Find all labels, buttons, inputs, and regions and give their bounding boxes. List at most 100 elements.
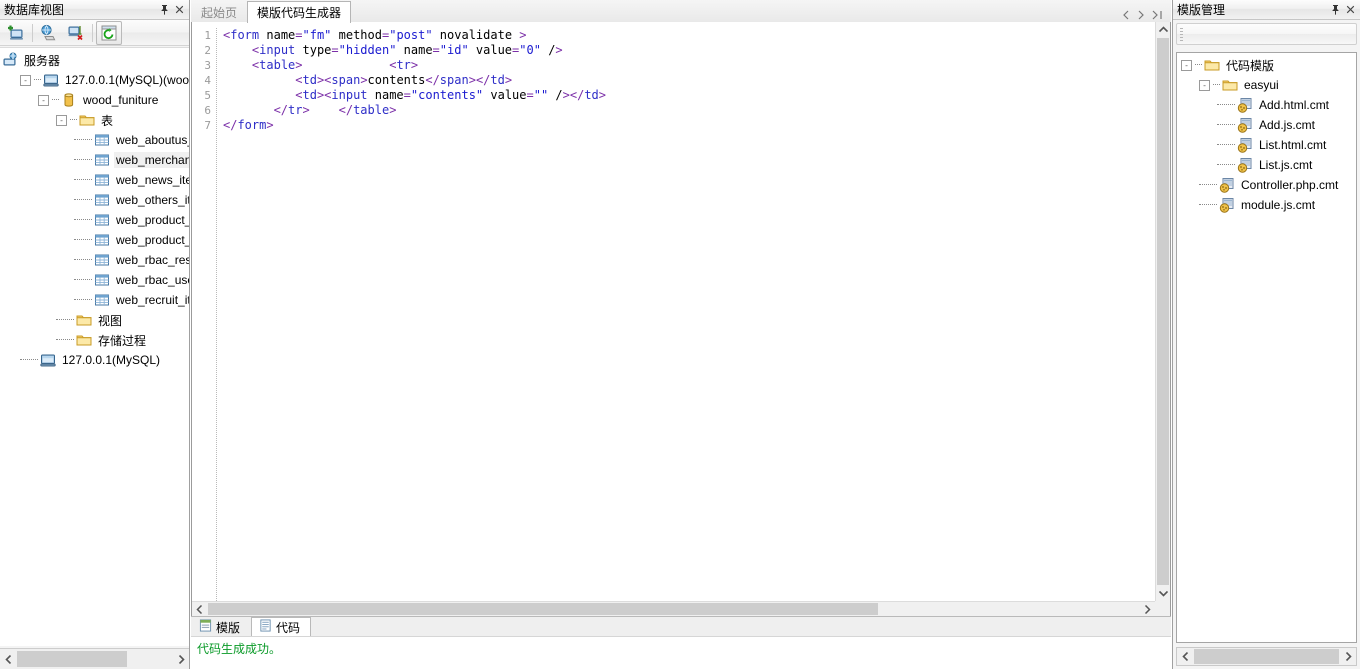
- editor-vscroll-thumb[interactable]: [1157, 38, 1169, 585]
- disconnect-icon[interactable]: [63, 21, 89, 45]
- tree-item-label: 存储过程: [98, 333, 147, 348]
- tree-item[interactable]: Add.html.cmt: [1177, 95, 1356, 115]
- connect-icon[interactable]: [36, 21, 62, 45]
- tree-item-label: 127.0.0.1(MySQL)(wood_: [65, 73, 189, 87]
- tree-item[interactable]: - wood_funiture: [0, 90, 189, 110]
- scroll-right-icon[interactable]: [1340, 648, 1356, 665]
- pin-icon[interactable]: [1328, 2, 1343, 17]
- line-number: 4: [204, 74, 211, 87]
- editor-vscrollbar[interactable]: [1155, 22, 1170, 601]
- tree-item[interactable]: web_rbac_user: [0, 270, 189, 290]
- editor-bottom-tabs: 模版 代码: [191, 616, 1171, 636]
- tree-item-label: web_rbac_reso: [116, 253, 189, 267]
- table-icon: [94, 272, 110, 288]
- tree-connector: [70, 119, 77, 121]
- tree-item-label: List.js.cmt: [1259, 158, 1313, 172]
- tree-item[interactable]: web_recruit_ite: [0, 290, 189, 310]
- tree-item[interactable]: web_merchant: [0, 150, 189, 170]
- line-number: 3: [204, 59, 211, 72]
- line-number: 1: [204, 29, 211, 42]
- line-number: 2: [204, 44, 211, 57]
- table-icon: [94, 192, 110, 208]
- tree-item[interactable]: 视图: [0, 310, 189, 330]
- tree-connector: [1217, 144, 1235, 146]
- left-panel-hscrollbar[interactable]: [0, 648, 189, 669]
- tree-item-label: web_merchant: [114, 152, 189, 168]
- tree-expander-icon[interactable]: -: [1199, 79, 1210, 91]
- editor-area: 起始页 模版代码生成器 1 2 3 4 5 6 7 <form name="fm" meth…: [191, 0, 1171, 669]
- tree-item[interactable]: web_rbac_reso: [0, 250, 189, 270]
- right-hscroll-thumb[interactable]: [1194, 649, 1339, 664]
- chevron-right-icon[interactable]: [1137, 10, 1145, 20]
- table-icon: [94, 232, 110, 248]
- tree-item-label: Controller.php.cmt: [1241, 178, 1339, 192]
- refresh-icon[interactable]: [96, 20, 122, 45]
- tree-item[interactable]: web_aboutus_i: [0, 130, 189, 150]
- tree-expander-icon[interactable]: -: [20, 74, 31, 86]
- scroll-up-icon[interactable]: [1156, 22, 1171, 37]
- toolbar-grip-icon[interactable]: [1180, 27, 1183, 41]
- tree-item-label: web_others_ite: [116, 193, 189, 207]
- table-icon: [94, 252, 110, 268]
- template-tree[interactable]: - 代码模版 - easyui Add.html.cmt Add.js.cmt List.h…: [1176, 52, 1357, 643]
- scroll-left-icon[interactable]: [192, 602, 207, 617]
- right-panel-hscrollbar[interactable]: [1176, 647, 1357, 666]
- tab-template-code-generator[interactable]: 模版代码生成器: [247, 1, 352, 23]
- scroll-left-icon[interactable]: [1177, 648, 1193, 665]
- code-surface[interactable]: 1 2 3 4 5 6 7 <form name="fm" method="post" no…: [192, 22, 1155, 601]
- tree-item[interactable]: module.js.cmt: [1177, 195, 1356, 215]
- tree-item[interactable]: Add.js.cmt: [1177, 115, 1356, 135]
- tab-template-label: 模版: [216, 620, 241, 635]
- tree-connector: [74, 179, 92, 181]
- tree-item[interactable]: web_product_c: [0, 210, 189, 230]
- tree-item[interactable]: web_product_it: [0, 230, 189, 250]
- tree-expander-icon[interactable]: -: [56, 114, 67, 126]
- tree-item[interactable]: - easyui: [1177, 75, 1356, 95]
- left-hscroll-thumb[interactable]: [17, 651, 127, 667]
- close-icon[interactable]: [172, 2, 187, 17]
- tree-item[interactable]: web_others_ite: [0, 190, 189, 210]
- tab-code[interactable]: 代码: [251, 617, 312, 636]
- tab-template[interactable]: 模版: [191, 617, 251, 636]
- database-icon: [61, 92, 77, 108]
- scroll-left-icon[interactable]: [0, 649, 16, 669]
- tree-expander-icon[interactable]: -: [38, 94, 49, 106]
- database-tree[interactable]: 服务器 - 127.0.0.1(MySQL)(wood_ - wood_funiture…: [0, 47, 189, 646]
- close-icon[interactable]: [1343, 2, 1358, 17]
- tree-item[interactable]: 存储过程: [0, 330, 189, 350]
- template-toolbar: [1176, 23, 1357, 45]
- scroll-down-icon[interactable]: [1156, 586, 1171, 601]
- gutter-separator: [216, 28, 217, 601]
- computer-icon: [40, 352, 56, 368]
- tree-item[interactable]: web_news_item: [0, 170, 189, 190]
- tree-item[interactable]: - 127.0.0.1(MySQL)(wood_: [0, 70, 189, 90]
- database-view-panel: 数据库视图 服务器 - 127.0.0.1(MySQL)(wood_ - woo…: [0, 0, 190, 669]
- editor-hscroll-thumb[interactable]: [208, 603, 878, 615]
- template-tree-body: - 代码模版 - easyui Add.html.cmt Add.js.cmt List.h…: [1177, 53, 1356, 215]
- right-panel-title: 模版管理: [1177, 3, 1226, 17]
- scroll-right-icon[interactable]: [1140, 602, 1155, 617]
- tree-item[interactable]: - 代码模版: [1177, 55, 1356, 75]
- tree-item[interactable]: List.js.cmt: [1177, 155, 1356, 175]
- tree-item[interactable]: List.html.cmt: [1177, 135, 1356, 155]
- code-editor[interactable]: 1 2 3 4 5 6 7 <form name="fm" method="post" no…: [191, 22, 1171, 617]
- chevron-left-icon[interactable]: [1122, 10, 1130, 20]
- tree-item[interactable]: 127.0.0.1(MySQL): [0, 350, 189, 370]
- tree-expander-icon[interactable]: -: [1181, 59, 1192, 71]
- document-tabstrip: 起始页 模版代码生成器: [191, 0, 1171, 23]
- scroll-right-icon[interactable]: [173, 649, 189, 669]
- tab-list-icon[interactable]: [1152, 10, 1163, 20]
- tree-connector: [1217, 164, 1235, 166]
- line-number-gutter: 1 2 3 4 5 6 7: [192, 22, 214, 601]
- tree-item[interactable]: -表: [0, 110, 189, 130]
- left-panel-titlebar: 数据库视图: [0, 0, 189, 20]
- pin-icon[interactable]: [157, 2, 172, 17]
- tab-start-page[interactable]: 起始页: [191, 2, 247, 22]
- add-connection-icon[interactable]: [3, 21, 29, 45]
- code-text[interactable]: <form name="fm" method="post" novalidate…: [223, 22, 1155, 601]
- editor-hscrollbar[interactable]: [192, 601, 1155, 616]
- tree-item-label: web_recruit_ite: [116, 293, 189, 307]
- tree-item[interactable]: 服务器: [0, 50, 189, 70]
- tree-item[interactable]: Controller.php.cmt: [1177, 175, 1356, 195]
- line-number: 7: [204, 119, 211, 132]
